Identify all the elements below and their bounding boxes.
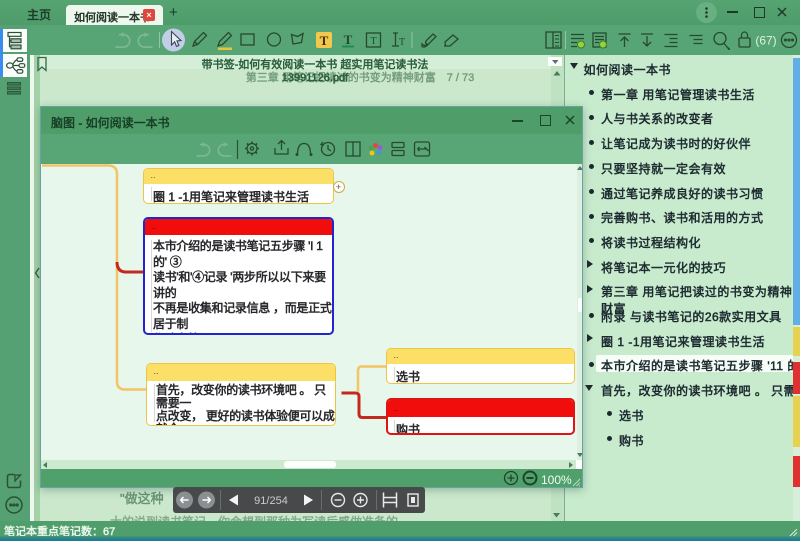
svg-text:(67): (67): [755, 34, 776, 48]
svg-text:T: T: [320, 33, 329, 48]
svg-text:T: T: [370, 36, 376, 47]
svg-text:T: T: [344, 32, 353, 47]
svg-text:T: T: [399, 37, 405, 48]
svg-text:91/254: 91/254: [254, 495, 288, 507]
